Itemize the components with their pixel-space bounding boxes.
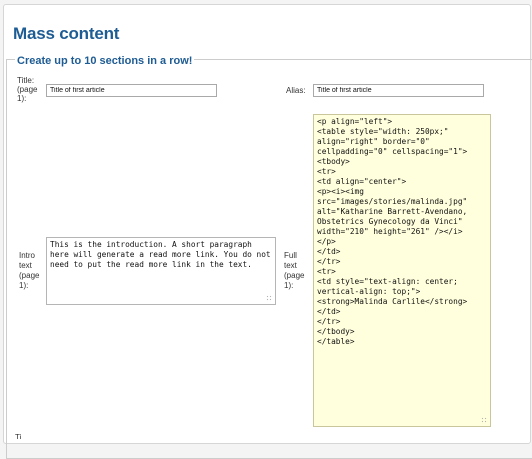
full-text-textarea[interactable]: <p align="left"> <table style="width: 25… (313, 114, 491, 427)
intro-resize-grip-icon[interactable] (266, 295, 273, 302)
full-label-line3: (page (284, 271, 305, 280)
intro-text-textarea[interactable]: This is the introduction. A short paragr… (46, 237, 276, 305)
intro-label-line4: 1): (19, 281, 29, 290)
section-legend: Create up to 10 sections in a row! (15, 55, 195, 67)
intro-label-line2: text (19, 261, 32, 270)
title-input[interactable] (46, 84, 217, 97)
alias-label: Alias: (286, 86, 306, 95)
intro-label-line3: (page (19, 271, 40, 280)
full-resize-grip-icon[interactable] (481, 417, 488, 424)
intro-label-line1: Intro (19, 251, 36, 260)
full-label-line1: Full (284, 251, 297, 260)
title-page-number: 1): (17, 94, 27, 103)
full-label-line2: text (284, 261, 297, 270)
alias-input[interactable] (313, 84, 484, 97)
page-title: Mass content (13, 24, 120, 43)
full-label-line4: 1): (284, 281, 294, 290)
next-row-label: Ti (15, 433, 22, 439)
